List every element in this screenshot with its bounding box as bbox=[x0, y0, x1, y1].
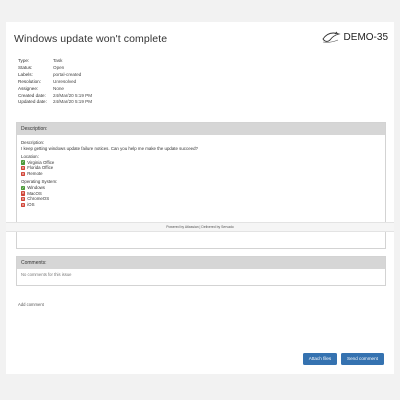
comments-header: Comments: bbox=[17, 257, 385, 269]
field-value: None bbox=[53, 85, 64, 91]
bird-logo-icon bbox=[322, 31, 341, 43]
add-comment-field[interactable]: Add comment bbox=[18, 302, 44, 307]
description-panel: Description: Description: I keep getting… bbox=[16, 122, 386, 225]
comments-panel: Comments: No comments for this issue bbox=[16, 256, 386, 286]
cross-icon: ✕ bbox=[21, 166, 26, 171]
checkmark-icon: ✓ bbox=[21, 160, 26, 165]
field-label: Assignee: bbox=[18, 85, 39, 91]
checkmark-icon: ✓ bbox=[21, 185, 26, 190]
field-value: Task bbox=[53, 58, 63, 63]
field-label: Created date: bbox=[18, 92, 46, 98]
option-label: iOS bbox=[27, 202, 35, 208]
comments-empty-text: No comments for this issue bbox=[21, 272, 72, 277]
field-label: Type: bbox=[18, 58, 30, 63]
field-value: 24/Mar/20 5:19 PM bbox=[53, 99, 93, 105]
description-text: I keep getting windows update failure no… bbox=[21, 145, 198, 151]
powered-by-footer: Powered by Atlassian | Delivered by Serv… bbox=[6, 222, 394, 232]
description-body: Description: I keep getting windows upda… bbox=[17, 135, 385, 208]
cross-icon: ✕ bbox=[21, 191, 26, 196]
field-label: Resolution: bbox=[18, 78, 41, 84]
location-option: ✕ Remote bbox=[21, 171, 381, 177]
field-row-assignee: Assignee: None bbox=[18, 86, 92, 93]
description-header: Description: bbox=[17, 123, 385, 135]
issue-key: DEMO-35 bbox=[343, 31, 388, 43]
cross-icon: ✕ bbox=[21, 171, 26, 176]
field-row-status: Status: Open bbox=[18, 65, 92, 72]
os-option: ✕ iOS bbox=[21, 202, 381, 208]
field-label: Updated date: bbox=[18, 99, 47, 105]
attach-files-button[interactable]: Attach files bbox=[303, 353, 337, 365]
issue-fields: Type: Task Status: Open Labels: portal-c… bbox=[18, 58, 92, 106]
field-label: Status: bbox=[18, 64, 33, 70]
cross-icon: ✕ bbox=[21, 197, 26, 202]
field-value: 24/Mar/20 5:19 PM bbox=[53, 92, 93, 98]
cross-icon: ✕ bbox=[21, 202, 26, 207]
field-value: Open bbox=[53, 64, 65, 70]
field-value: Unresolved bbox=[53, 78, 77, 84]
field-label: Labels: bbox=[18, 71, 33, 77]
field-value: portal-created bbox=[53, 71, 82, 77]
send-comment-button[interactable]: Send comment bbox=[341, 353, 384, 365]
issue-title: Windows update won't complete bbox=[14, 33, 168, 45]
field-row-created: Created date: 24/Mar/20 5:19 PM bbox=[18, 93, 92, 100]
field-row-type: Type: Task bbox=[18, 58, 92, 65]
field-row-labels: Labels: portal-created bbox=[18, 72, 92, 79]
issue-key-area: DEMO-35 bbox=[321, 30, 388, 44]
field-row-updated: Updated date: 24/Mar/20 5:19 PM bbox=[18, 99, 92, 106]
description-panel-continued bbox=[16, 232, 386, 249]
field-row-resolution: Resolution: Unresolved bbox=[18, 79, 92, 86]
option-label: Remote bbox=[27, 171, 43, 177]
